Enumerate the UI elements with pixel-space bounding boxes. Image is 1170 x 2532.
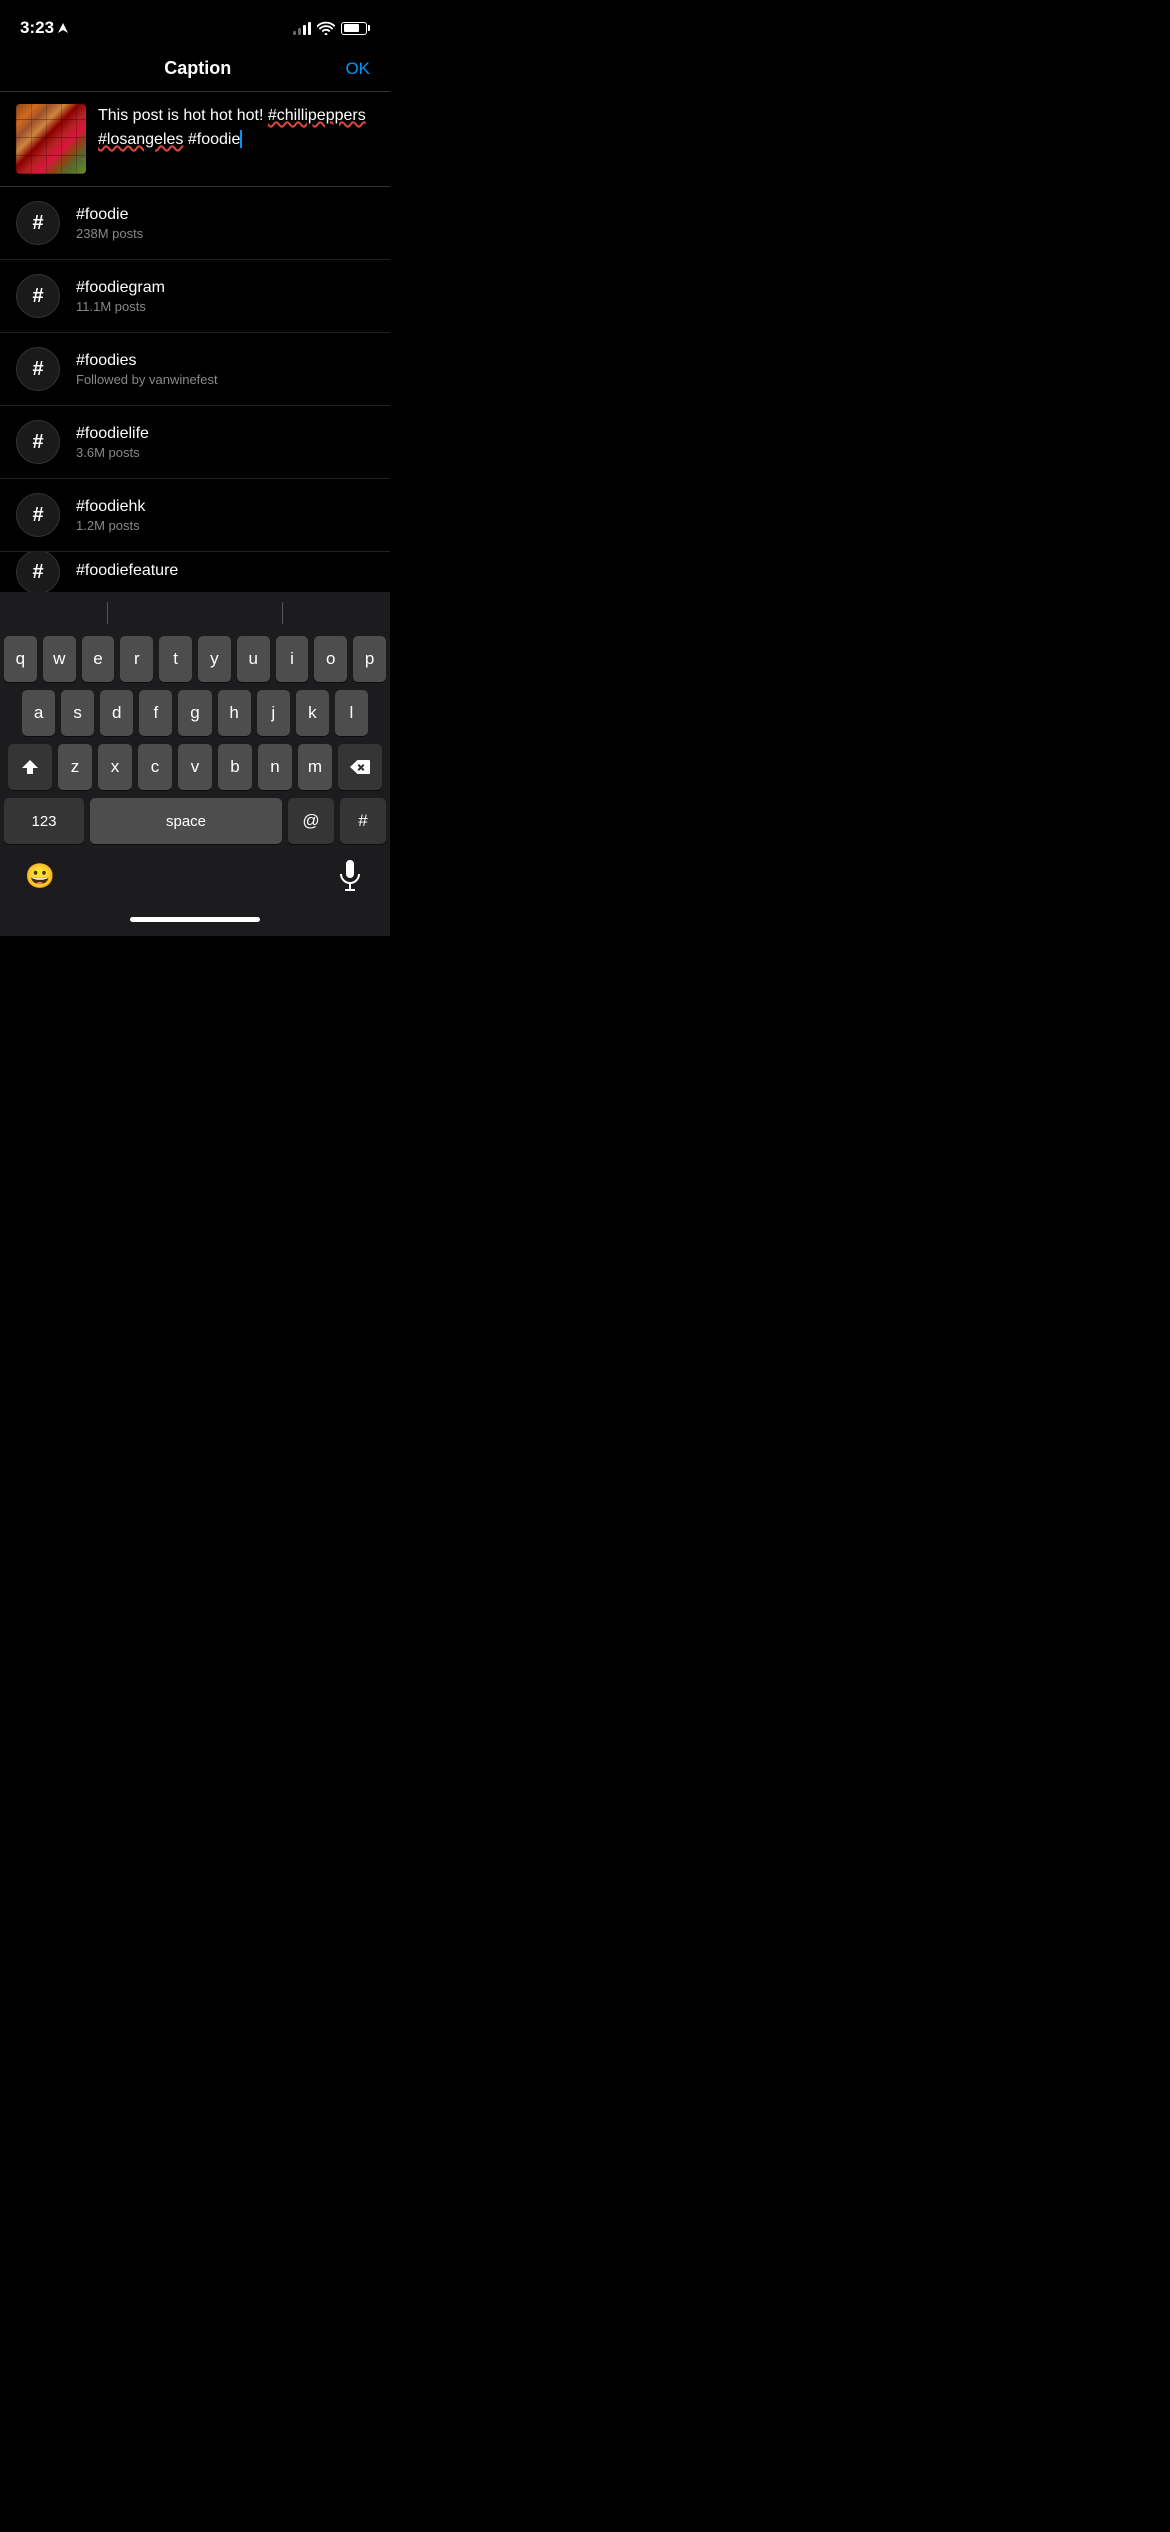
hashtag-icon-3: # — [16, 420, 60, 464]
hashtag-name-3: #foodielife — [76, 425, 374, 443]
key-v[interactable]: v — [178, 744, 212, 790]
key-row-3: z x c v b n m — [4, 744, 386, 790]
key-r[interactable]: r — [120, 636, 153, 682]
hashtag-name-1: #foodiegram — [76, 279, 374, 297]
hashtag-item-foodie[interactable]: # #foodie 238M posts — [0, 187, 390, 260]
key-q[interactable]: q — [4, 636, 37, 682]
hashtag-losangeles: #losangeles — [98, 131, 183, 148]
key-k[interactable]: k — [296, 690, 329, 736]
key-row-bottom: 123 space @ # — [4, 798, 386, 844]
key-d[interactable]: d — [100, 690, 133, 736]
hashtag-count-0: 238M posts — [76, 226, 374, 241]
key-m[interactable]: m — [298, 744, 332, 790]
location-icon — [58, 23, 68, 33]
key-u[interactable]: u — [237, 636, 270, 682]
hashtag-icon-1: # — [16, 274, 60, 318]
at-key[interactable]: @ — [288, 798, 334, 844]
hashtag-suggestions: # #foodie 238M posts # #foodiegram 11.1M… — [0, 187, 390, 592]
hashtag-item-foodies[interactable]: # #foodies Followed by vanwinefest — [0, 333, 390, 406]
hashtag-icon-2: # — [16, 347, 60, 391]
key-p[interactable]: p — [353, 636, 386, 682]
space-key[interactable]: space — [90, 798, 282, 844]
emoji-button[interactable]: 😀 — [20, 856, 60, 896]
hashtag-name-0: #foodie — [76, 206, 374, 224]
hashtag-item-foodiegram[interactable]: # #foodiegram 11.1M posts — [0, 260, 390, 333]
wifi-icon — [317, 21, 335, 35]
key-x[interactable]: x — [98, 744, 132, 790]
key-s[interactable]: s — [61, 690, 94, 736]
mic-icon — [337, 860, 363, 892]
key-n[interactable]: n — [258, 744, 292, 790]
key-i[interactable]: i — [276, 636, 309, 682]
hashtag-name-4: #foodiehk — [76, 498, 374, 516]
post-thumbnail — [16, 104, 86, 174]
hashtag-chillipeppers: #chillipeppers — [268, 107, 366, 124]
caption-input[interactable]: This post is hot hot hot! #chillipeppers… — [98, 104, 374, 174]
shift-key[interactable] — [8, 744, 52, 790]
cursor-left — [107, 602, 108, 624]
hashtag-name-5: #foodiefeature — [76, 562, 374, 580]
hashtag-count-1: 11.1M posts — [76, 299, 374, 314]
key-z[interactable]: z — [58, 744, 92, 790]
hashtag-icon-4: # — [16, 493, 60, 537]
key-h[interactable]: h — [218, 690, 251, 736]
key-e[interactable]: e — [82, 636, 115, 682]
battery-icon — [341, 22, 370, 35]
hashtag-item-foodiehk[interactable]: # #foodiehk 1.2M posts — [0, 479, 390, 552]
numbers-key[interactable]: 123 — [4, 798, 84, 844]
caption-area: This post is hot hot hot! #chillipeppers… — [0, 92, 390, 187]
hashtag-icon-5: # — [16, 552, 60, 592]
key-j[interactable]: j — [257, 690, 290, 736]
status-bar: 3:23 — [0, 0, 390, 50]
hashtag-item-foodielife[interactable]: # #foodielife 3.6M posts — [0, 406, 390, 479]
hash-key[interactable]: # — [340, 798, 386, 844]
delete-key[interactable] — [338, 744, 382, 790]
hashtag-count-4: 1.2M posts — [76, 518, 374, 533]
hashtag-item-foodiefeature[interactable]: # #foodiefeature — [0, 552, 390, 592]
key-f[interactable]: f — [139, 690, 172, 736]
key-o[interactable]: o — [314, 636, 347, 682]
key-row-2: a s d f g h j k l — [4, 690, 386, 736]
home-line — [130, 917, 260, 922]
hashtag-count-3: 3.6M posts — [76, 445, 374, 460]
ok-button[interactable]: OK — [345, 59, 370, 79]
key-w[interactable]: w — [43, 636, 76, 682]
status-icons — [293, 21, 370, 35]
caption-text: This post is hot hot hot! #chillipeppers… — [98, 104, 374, 152]
cursor-right — [282, 602, 283, 624]
key-y[interactable]: y — [198, 636, 231, 682]
hashtag-icon-0: # — [16, 201, 60, 245]
hashtag-name-2: #foodies — [76, 352, 374, 370]
key-row-1: q w e r t y u i o p — [4, 636, 386, 682]
home-indicator — [0, 902, 390, 936]
hashtag-count-2: Followed by vanwinefest — [76, 372, 374, 387]
key-a[interactable]: a — [22, 690, 55, 736]
page-title: Caption — [50, 58, 345, 79]
keyboard-keys: q w e r t y u i o p a s d f g h j k l — [0, 632, 390, 844]
key-b[interactable]: b — [218, 744, 252, 790]
keyboard: q w e r t y u i o p a s d f g h j k l — [0, 592, 390, 936]
key-t[interactable]: t — [159, 636, 192, 682]
key-g[interactable]: g — [178, 690, 211, 736]
cursor-bar — [0, 592, 390, 632]
keyboard-bottom-bar: 😀 — [0, 848, 390, 902]
mic-button[interactable] — [330, 856, 370, 896]
signal-icon — [293, 21, 311, 35]
nav-bar: Caption OK — [0, 50, 390, 92]
status-time: 3:23 — [20, 18, 68, 38]
key-c[interactable]: c — [138, 744, 172, 790]
key-l[interactable]: l — [335, 690, 368, 736]
